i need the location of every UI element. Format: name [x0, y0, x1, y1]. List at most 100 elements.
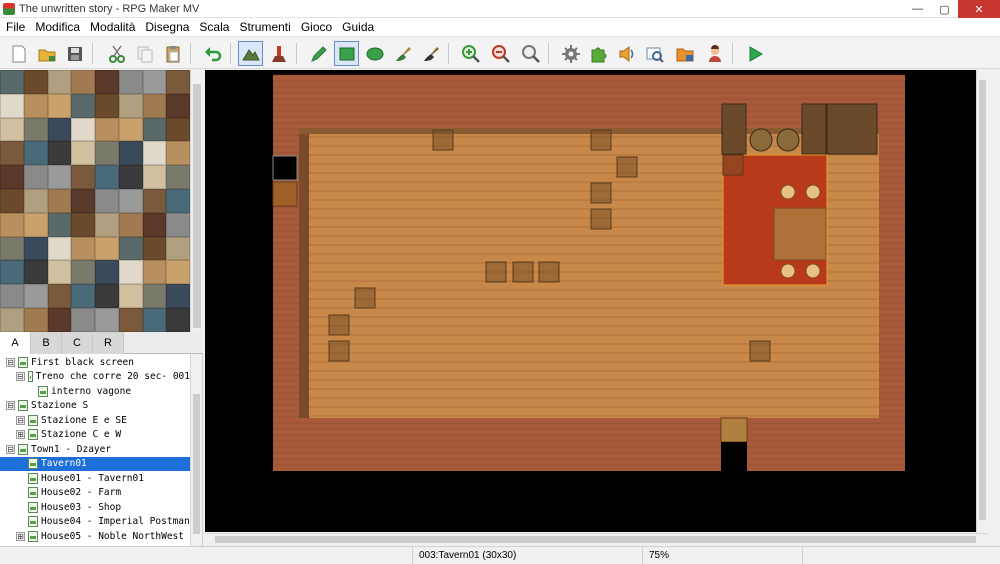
map-icon	[28, 429, 38, 441]
tileset-scrollbar[interactable]	[190, 70, 203, 332]
tab-b[interactable]: B	[31, 332, 62, 354]
event-marker[interactable]	[512, 261, 534, 283]
table[interactable]	[773, 207, 827, 261]
event-marker[interactable]	[354, 287, 376, 309]
stool[interactable]	[805, 263, 821, 279]
map-tree-item[interactable]: Tavern01	[0, 456, 190, 471]
bookshelf[interactable]	[721, 103, 747, 155]
playtest-button[interactable]	[742, 41, 767, 66]
cut-button[interactable]	[104, 41, 129, 66]
menu-guida[interactable]: Guida	[336, 20, 378, 34]
menu-disegna[interactable]: Disegna	[139, 20, 193, 34]
event-searcher-button[interactable]	[642, 41, 667, 66]
new-project-button[interactable]	[6, 41, 31, 66]
menu-bar: File Modifica Modalità Disegna Scala Str…	[0, 18, 1000, 36]
event-marker[interactable]	[616, 156, 638, 178]
collapse-icon[interactable]: ⊟	[6, 401, 15, 411]
resource-manager-button[interactable]	[672, 41, 697, 66]
stool[interactable]	[780, 184, 796, 200]
paste-button[interactable]	[160, 41, 185, 66]
expand-icon[interactable]: ⊞	[16, 531, 25, 541]
map-tree-item[interactable]: ⊟ First black screen	[0, 355, 190, 370]
collapse-icon[interactable]: ⊟	[6, 444, 15, 454]
menu-strumenti[interactable]: Strumenti	[233, 20, 294, 34]
save-button[interactable]	[62, 41, 87, 66]
menu-file[interactable]: File	[0, 20, 29, 34]
tab-r[interactable]: R	[93, 332, 124, 354]
event-marker[interactable]	[485, 261, 507, 283]
event-marker[interactable]	[432, 129, 454, 151]
minimize-button[interactable]: —	[904, 0, 931, 18]
map-vertical-scrollbar[interactable]	[976, 70, 988, 532]
map-tree-scrollbar[interactable]	[190, 354, 202, 546]
expand-icon[interactable]: ⊞	[16, 430, 25, 440]
map-tree-item[interactable]: ⊞ House05 - Noble NorthWest	[0, 529, 190, 544]
fill-tool-button[interactable]	[390, 41, 415, 66]
map-canvas[interactable]	[205, 70, 988, 532]
plugin-manager-button[interactable]	[586, 41, 611, 66]
event-marker[interactable]	[590, 129, 612, 151]
exit-door[interactable]	[720, 417, 748, 443]
event-marker[interactable]	[538, 261, 560, 283]
map-horizontal-scrollbar[interactable]	[205, 533, 988, 545]
map-icon	[18, 356, 28, 368]
map-mode-button[interactable]	[238, 41, 263, 66]
maximize-button[interactable]: ▢	[931, 0, 958, 18]
close-button[interactable]: ✕	[958, 0, 1000, 18]
zoom-actual-button[interactable]	[518, 41, 543, 66]
map-tree-item[interactable]: ⊟ Stazione S	[0, 399, 190, 414]
ellipse-tool-button[interactable]	[362, 41, 387, 66]
barrel[interactable]	[749, 128, 773, 152]
tileset-palette[interactable]	[0, 70, 203, 332]
new-project-icon	[12, 45, 25, 62]
menu-modalita[interactable]: Modalità	[84, 20, 139, 34]
map-tree-item[interactable]: ⊟ Town1 - Dzayer	[0, 442, 190, 457]
map-view[interactable]	[205, 70, 988, 532]
zoom-in-button[interactable]	[458, 41, 483, 66]
collapse-icon[interactable]: ⊟	[6, 357, 15, 367]
sound-test-button[interactable]	[614, 41, 639, 66]
map-tree-item[interactable]: ⊞ Stazione C e W	[0, 428, 190, 443]
map-tree-item[interactable]: House02 - Farm	[0, 486, 190, 501]
database-button[interactable]	[558, 41, 583, 66]
tab-c[interactable]: C	[62, 332, 93, 354]
map-tree-item[interactable]: interno vagone	[0, 384, 190, 399]
event-mode-button[interactable]	[266, 41, 291, 66]
event-marker[interactable]	[722, 154, 744, 176]
menu-modifica[interactable]: Modifica	[29, 20, 84, 34]
tab-a[interactable]: A	[0, 332, 31, 354]
event-marker[interactable]	[328, 340, 350, 362]
menu-gioco[interactable]: Gioco	[295, 20, 336, 34]
shadow-pen-button[interactable]	[418, 41, 443, 66]
character-generator-button[interactable]	[702, 41, 727, 66]
map-tree-item[interactable]: House04 - Imperial Postman	[0, 515, 190, 530]
shelf[interactable]	[826, 103, 878, 155]
undo-icon	[204, 46, 221, 61]
open-project-button[interactable]	[34, 41, 59, 66]
zoom-out-button[interactable]	[488, 41, 513, 66]
tile-grid[interactable]	[0, 70, 190, 332]
event-marker[interactable]	[590, 182, 612, 204]
black-tile[interactable]	[272, 155, 298, 181]
door[interactable]	[272, 181, 298, 207]
menu-scala[interactable]: Scala	[193, 20, 233, 34]
stool[interactable]	[805, 184, 821, 200]
bookshelf[interactable]	[801, 103, 827, 155]
rectangle-tool-button[interactable]	[334, 41, 359, 66]
map-tree-item[interactable]: House03 - Shop	[0, 500, 190, 515]
fill-icon	[395, 46, 411, 61]
map-tree-item[interactable]: ⊟ Stazione E e SE	[0, 413, 190, 428]
collapse-icon[interactable]: ⊟	[16, 415, 25, 425]
copy-button[interactable]	[132, 41, 157, 66]
event-marker[interactable]	[590, 208, 612, 230]
barrel[interactable]	[776, 128, 800, 152]
event-marker[interactable]	[749, 340, 771, 362]
event-marker[interactable]	[328, 314, 350, 336]
stool[interactable]	[780, 263, 796, 279]
map-tree-item[interactable]: House01 - Tavern01	[0, 471, 190, 486]
map-tree-item[interactable]: ⊟ Treno che corre 20 sec- 001	[0, 370, 190, 385]
collapse-icon[interactable]: ⊟	[16, 372, 25, 382]
undo-button[interactable]	[200, 41, 225, 66]
pencil-tool-button[interactable]	[306, 41, 331, 66]
exit-passage[interactable]	[721, 442, 747, 472]
